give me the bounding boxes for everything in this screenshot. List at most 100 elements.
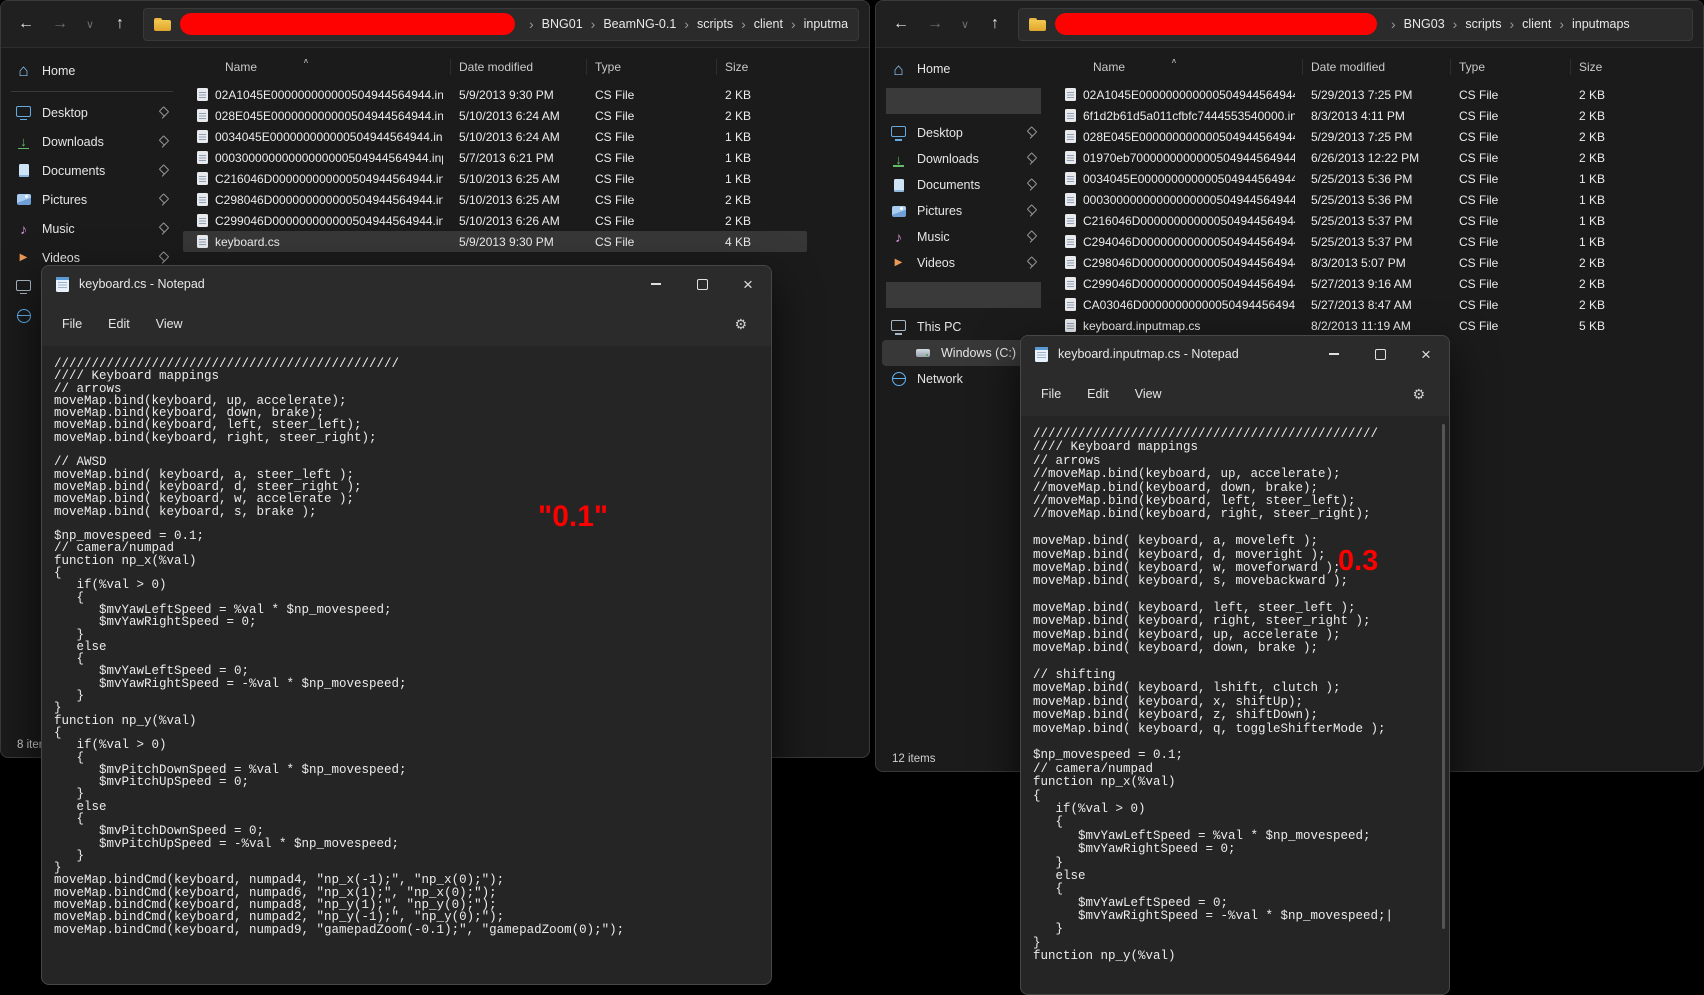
file-type: CS File bbox=[1451, 319, 1571, 333]
file-row[interactable]: 00030000000000000000504944564944.inp... … bbox=[1051, 189, 1671, 210]
file-row[interactable]: 0034045E000000000000504944564944.inp... … bbox=[183, 126, 807, 147]
address-bar[interactable]: › BNG03 › scripts › client › inputmaps bbox=[1018, 8, 1693, 41]
sidebar-item[interactable]: Videos bbox=[882, 250, 1045, 276]
titlebar[interactable]: keyboard.cs - Notepad bbox=[42, 266, 771, 302]
file-row[interactable]: C299046D000000000000504944564944.inp... … bbox=[183, 210, 807, 231]
file-type: CS File bbox=[1451, 193, 1571, 207]
text-editor[interactable]: ////////////////////////////////////////… bbox=[42, 346, 771, 984]
sort-ascending-icon: ∧ bbox=[303, 59, 309, 69]
maximize-button[interactable] bbox=[679, 266, 725, 302]
settings-gear-icon[interactable]: ⚙ bbox=[734, 316, 763, 333]
file-icon bbox=[1065, 298, 1076, 311]
column-header-date[interactable]: Date modified bbox=[451, 59, 587, 75]
file-row[interactable]: C298046D000000000000504944564944.inp... … bbox=[183, 189, 807, 210]
sidebar-item[interactable]: Music bbox=[7, 214, 177, 243]
sidebar-item[interactable]: Home bbox=[882, 56, 1045, 82]
column-header-date[interactable]: Date modified bbox=[1303, 59, 1451, 75]
menu-item[interactable]: File bbox=[50, 311, 94, 337]
recent-locations-chevron-icon[interactable]: ∨ bbox=[79, 9, 101, 39]
breadcrumb-item[interactable]: inputmaps bbox=[801, 17, 848, 31]
sidebar-item[interactable]: Pictures bbox=[7, 185, 177, 214]
file-row[interactable]: C216046D000000000000504944564944.inp... … bbox=[1051, 210, 1671, 231]
recent-locations-chevron-icon[interactable]: ∨ bbox=[954, 9, 976, 39]
window-controls bbox=[633, 266, 771, 302]
file-row[interactable]: 02A1045E000000000000504944564944.inp... … bbox=[1051, 84, 1671, 105]
up-button[interactable]: ↑ bbox=[980, 9, 1010, 39]
file-row[interactable]: 0034045E000000000000504944564944.inp... … bbox=[1051, 168, 1671, 189]
file-row[interactable]: C298046D000000000000504944564944.inp... … bbox=[1051, 252, 1671, 273]
back-button[interactable]: ← bbox=[886, 9, 916, 39]
breadcrumb-item[interactable]: BNG03 bbox=[1401, 17, 1448, 31]
breadcrumb-item[interactable]: BeamNG-0.1 bbox=[600, 17, 679, 31]
notepad-window-right: keyboard.inputmap.cs - Notepad ⚙ File Ed… bbox=[1020, 335, 1450, 995]
column-header-name[interactable]: Name ∧ bbox=[183, 59, 451, 75]
sidebar-item[interactable]: Music bbox=[882, 224, 1045, 250]
titlebar[interactable]: keyboard.inputmap.cs - Notepad bbox=[1021, 336, 1449, 372]
forward-button[interactable]: → bbox=[45, 9, 75, 39]
file-row[interactable]: 028E045E000000000000504944564944.inp... … bbox=[183, 105, 807, 126]
file-row[interactable]: C294046D000000000000504944564944.inp... … bbox=[1051, 231, 1671, 252]
back-button[interactable]: ← bbox=[11, 9, 41, 39]
breadcrumb-item[interactable]: inputmaps bbox=[1569, 17, 1633, 31]
sidebar-item[interactable] bbox=[11, 91, 173, 92]
sidebar-item[interactable]: Downloads bbox=[882, 146, 1045, 172]
sidebar-item[interactable]: This PC bbox=[882, 314, 1045, 340]
sidebar-item[interactable]: Home bbox=[7, 56, 177, 85]
up-button[interactable]: ↑ bbox=[105, 9, 135, 39]
code-line: $np_movespeed = 0.1; bbox=[1033, 749, 1443, 762]
code-line: moveMap.bind( keyboard, w, accelerate ); bbox=[54, 493, 765, 505]
breadcrumb-item[interactable]: client bbox=[751, 17, 786, 31]
scrollbar[interactable] bbox=[1442, 424, 1445, 929]
file-row[interactable]: 02A1045E000000000000504944564944.inp... … bbox=[183, 84, 807, 105]
breadcrumb-item[interactable]: BNG01 bbox=[539, 17, 586, 31]
code-line: // arrows bbox=[1033, 455, 1443, 468]
breadcrumb-item[interactable]: scripts bbox=[694, 17, 736, 31]
breadcrumb-item[interactable]: client bbox=[1519, 17, 1554, 31]
sidebar-item[interactable]: Desktop bbox=[7, 98, 177, 127]
file-row[interactable]: keyboard.inputmap.cs 8/2/2013 11:19 AM C… bbox=[1051, 315, 1671, 336]
breadcrumb-separator: › bbox=[586, 16, 601, 32]
close-button[interactable] bbox=[725, 266, 771, 302]
file-date-modified: 8/3/2013 5:07 PM bbox=[1303, 256, 1451, 270]
close-button[interactable] bbox=[1403, 336, 1449, 372]
forward-button[interactable]: → bbox=[920, 9, 950, 39]
minimize-button[interactable] bbox=[633, 266, 679, 302]
menu-item[interactable]: Edit bbox=[96, 311, 142, 337]
sidebar-item[interactable]: Desktop bbox=[882, 120, 1045, 146]
file-icon bbox=[197, 214, 208, 227]
settings-gear-icon[interactable]: ⚙ bbox=[1412, 386, 1441, 403]
file-row[interactable]: C299046D000000000000504944564944.inp... … bbox=[1051, 273, 1671, 294]
file-row[interactable]: 00030000000000000000504944564944.inp... … bbox=[183, 147, 807, 168]
menu-item[interactable]: File bbox=[1029, 381, 1073, 407]
text-editor[interactable]: ////////////////////////////////////////… bbox=[1021, 416, 1449, 994]
annotation-version-right: 0.3 bbox=[1338, 545, 1378, 578]
file-row[interactable]: CA03046D000000000000504944564944.in... 5… bbox=[1051, 294, 1671, 315]
column-header-name[interactable]: Name ∧ bbox=[1051, 59, 1303, 75]
sidebar-item[interactable] bbox=[886, 282, 1041, 308]
file-row[interactable]: 6f1d2b61d5a011cfbfc7444553540000.inpu...… bbox=[1051, 105, 1671, 126]
file-date-modified: 5/29/2013 7:25 PM bbox=[1303, 130, 1451, 144]
column-header-size[interactable]: Size bbox=[1571, 59, 1671, 75]
window-title: keyboard.cs - Notepad bbox=[79, 277, 205, 291]
menu-item[interactable]: Edit bbox=[1075, 381, 1121, 407]
file-row[interactable]: keyboard.cs 5/9/2013 9:30 PM CS File 4 K… bbox=[183, 231, 807, 252]
menu-item[interactable]: View bbox=[144, 311, 195, 337]
sidebar-item[interactable]: Documents bbox=[882, 172, 1045, 198]
sidebar-item[interactable]: Pictures bbox=[882, 198, 1045, 224]
file-row[interactable]: 01970eb7000000000000504944564944.inp... … bbox=[1051, 147, 1671, 168]
breadcrumb-item[interactable]: scripts bbox=[1462, 17, 1504, 31]
maximize-button[interactable] bbox=[1357, 336, 1403, 372]
sidebar-item[interactable]: Documents bbox=[7, 156, 177, 185]
address-bar[interactable]: › BNG01 › BeamNG-0.1 › scripts › client … bbox=[143, 8, 859, 41]
minimize-button[interactable] bbox=[1311, 336, 1357, 372]
column-header-type[interactable]: Type bbox=[587, 59, 717, 75]
column-header-type[interactable]: Type bbox=[1451, 59, 1571, 75]
column-header-size[interactable]: Size bbox=[717, 59, 807, 75]
sidebar-item[interactable] bbox=[886, 88, 1041, 114]
file-row[interactable]: 028E045E000000000000504944564944.inp... … bbox=[1051, 126, 1671, 147]
menu-item[interactable]: View bbox=[1123, 381, 1174, 407]
code-line: moveMap.bind( keyboard, a, moveleft ); bbox=[1033, 535, 1443, 548]
file-size: 1 KB bbox=[1571, 214, 1671, 228]
file-row[interactable]: C216046D000000000000504944564944.inp... … bbox=[183, 168, 807, 189]
sidebar-item[interactable]: Downloads bbox=[7, 127, 177, 156]
